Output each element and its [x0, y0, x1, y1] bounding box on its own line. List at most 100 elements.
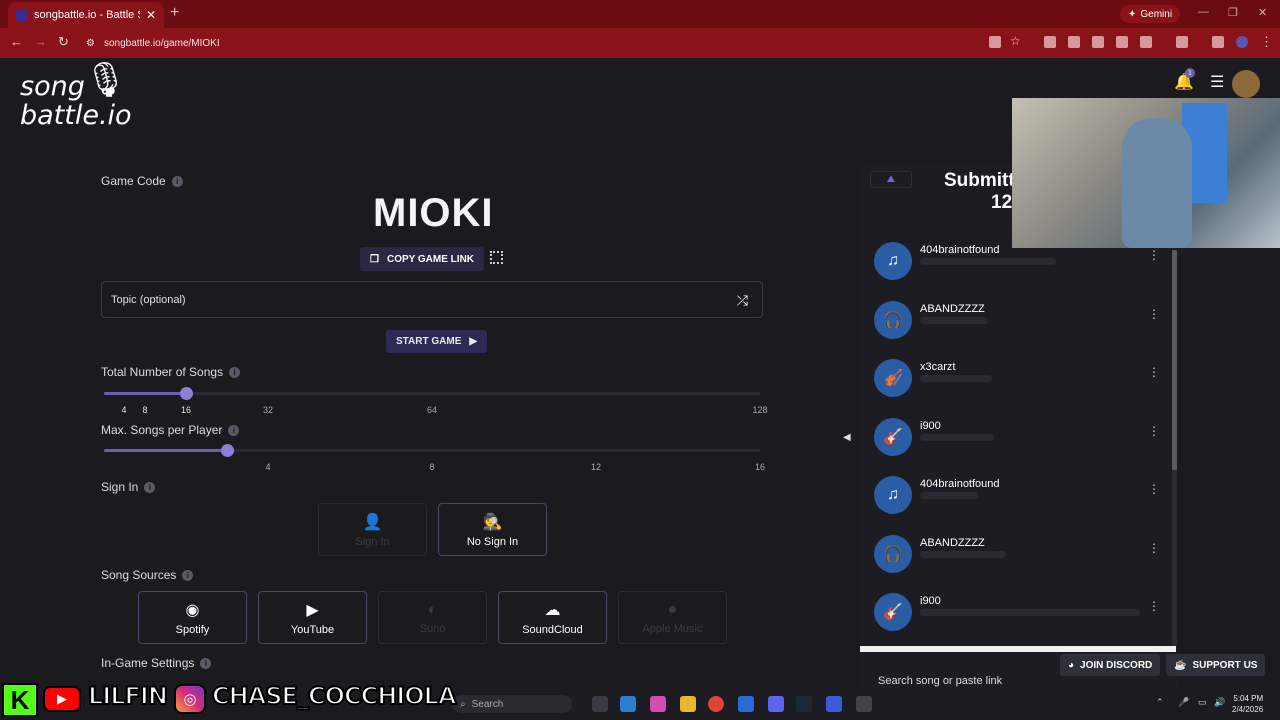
extension-icon[interactable] [1092, 36, 1104, 48]
volume-icon[interactable]: 🔊 [1214, 697, 1225, 708]
player-row[interactable]: 🎧 ABANDZZZZ ⋮ [874, 301, 1164, 341]
panel-horizontal-scrollbar[interactable] [860, 646, 1176, 652]
extension-icon[interactable] [1068, 36, 1080, 48]
player-row[interactable]: ♫ 404brainotfound ⋮ [874, 476, 1164, 516]
copilot-icon[interactable] [650, 696, 666, 712]
more-options-icon[interactable]: ⋮ [1148, 248, 1160, 262]
violin-icon: 🎻 [874, 359, 912, 397]
stream-handle-2: CHASE_COCCHIOLA [211, 681, 457, 711]
mic-icon[interactable]: 🎤 [1178, 697, 1189, 708]
network-icon[interactable]: ▭ [1198, 697, 1207, 708]
total-songs-slider[interactable] [104, 387, 760, 400]
more-options-icon[interactable]: ⋮ [1148, 424, 1160, 438]
close-tab-icon[interactable]: ✕ [146, 8, 156, 22]
no-sign-in-option[interactable]: 🕵 No Sign In [438, 503, 547, 556]
search-icon: ⌕ [460, 698, 466, 710]
webcam-person [1122, 118, 1192, 248]
steam-icon[interactable] [796, 696, 812, 712]
song-sources-label: Song Sources i [101, 568, 194, 582]
minimize-icon[interactable]: — [1198, 6, 1209, 18]
edge-icon[interactable] [620, 696, 636, 712]
obs-icon[interactable] [856, 696, 872, 712]
media-icon[interactable] [1212, 36, 1224, 48]
info-icon[interactable]: i [182, 569, 194, 581]
more-options-icon[interactable]: ⋮ [1148, 307, 1160, 321]
hamburger-icon[interactable]: ☰ [1210, 72, 1224, 92]
tab-title: songbattle.io - Battle Songs ag [34, 9, 140, 21]
more-options-icon[interactable]: ⋮ [1148, 482, 1160, 496]
source-soundcloud[interactable]: ☁ SoundCloud [498, 591, 607, 644]
source-apple-music[interactable]: ● Apple Music [618, 591, 727, 644]
slider-thumb[interactable] [180, 387, 193, 400]
more-options-icon[interactable]: ⋮ [1148, 365, 1160, 379]
player-row[interactable]: ♫ 404brainotfound ⋮ [874, 242, 1164, 282]
source-youtube[interactable]: ▶ YouTube [258, 591, 367, 644]
extensions-puzzle-icon[interactable] [1140, 36, 1152, 48]
extension-icon[interactable] [1116, 36, 1128, 48]
app-icon[interactable] [826, 696, 842, 712]
slider-fill [104, 392, 186, 395]
url-field[interactable]: ⚙ songbattle.io/game/MIOKI [80, 31, 980, 55]
menu-kebab-icon[interactable]: ⋮ [1260, 34, 1273, 50]
person-icon: 👤 [362, 513, 383, 531]
more-options-icon[interactable]: ⋮ [1148, 599, 1160, 613]
tick-label: 8 [142, 405, 148, 415]
forward-icon[interactable]: → [34, 34, 47, 49]
player-row[interactable]: 🎻 x3carzt ⋮ [874, 359, 1164, 399]
chrome-icon[interactable] [708, 696, 724, 712]
file-explorer-icon[interactable] [680, 696, 696, 712]
extension-icon[interactable] [1044, 36, 1056, 48]
bookmark-star-icon[interactable]: ☆ [1010, 34, 1021, 48]
profile-avatar[interactable] [1236, 36, 1248, 48]
qr-code-icon[interactable] [490, 251, 503, 264]
guitar-icon: 🎸 [874, 418, 912, 456]
tick-label: 32 [262, 405, 274, 415]
gemini-button[interactable]: ✦ Gemini [1120, 5, 1181, 23]
install-icon[interactable] [989, 36, 1001, 48]
tick-label: 16 [180, 405, 192, 415]
player-row[interactable]: 🎸 i900 ⋮ [874, 593, 1164, 633]
copy-game-link-button[interactable]: ❐ COPY GAME LINK [360, 247, 485, 271]
sidepanel-icon[interactable] [1176, 36, 1188, 48]
support-us-button[interactable]: ☕ SUPPORT US [1166, 654, 1266, 676]
clock[interactable]: 5:04 PM 2/4/2026 [1232, 693, 1263, 715]
info-icon[interactable]: i [144, 481, 156, 493]
sign-in-option[interactable]: 👤 Sign In [318, 503, 427, 556]
slider-thumb[interactable] [221, 444, 234, 457]
panel-toggle-icon[interactable]: ⛰ [870, 171, 912, 188]
source-suno[interactable]: ◐ Suno [378, 591, 487, 644]
maximize-icon[interactable]: ❐ [1228, 6, 1238, 19]
tab-songbattle[interactable]: songbattle.io - Battle Songs ag ✕ [8, 2, 164, 28]
info-icon[interactable]: i [229, 366, 241, 378]
more-options-icon[interactable]: ⋮ [1148, 541, 1160, 555]
kick-logo: K [2, 683, 38, 717]
info-icon[interactable]: i [200, 657, 212, 669]
user-avatar[interactable] [1232, 70, 1260, 98]
player-row[interactable]: 🎸 i900 ⋮ [874, 418, 1164, 458]
info-icon[interactable]: i [228, 424, 240, 436]
start-label: START GAME [396, 336, 462, 347]
discord-icon[interactable] [768, 696, 784, 712]
site-info-icon[interactable]: ⚙ [86, 38, 95, 49]
soundcloud-icon: ☁ [544, 601, 561, 619]
reload-icon[interactable]: ↻ [58, 34, 69, 50]
store-icon[interactable] [738, 696, 754, 712]
max-songs-slider[interactable] [104, 444, 760, 457]
youtube-icon: ▶ [306, 601, 319, 619]
tray-chevron-icon[interactable]: ⌃ [1156, 697, 1164, 708]
logo[interactable]: song battle.io 🎙 [20, 63, 132, 130]
back-icon[interactable]: ← [10, 34, 23, 49]
join-discord-button[interactable]: ◕ JOIN DISCORD [1060, 654, 1161, 676]
taskbar-search[interactable]: ⌕ Search [452, 695, 572, 713]
topic-input[interactable]: Topic (optional) ⤮ [101, 281, 763, 318]
player-row[interactable]: 🎧 ABANDZZZZ ⋮ [874, 535, 1164, 575]
shuffle-icon[interactable]: ⤮ [737, 292, 748, 309]
panel-scroll-thumb[interactable] [1172, 250, 1177, 470]
start-game-button[interactable]: START GAME ▶ [386, 330, 488, 353]
collapse-left-icon[interactable]: ◀ [843, 432, 851, 443]
close-window-icon[interactable]: ✕ [1258, 6, 1267, 19]
new-tab-icon[interactable]: + [170, 4, 179, 22]
info-icon[interactable]: i [171, 175, 183, 187]
task-view-icon[interactable] [592, 696, 608, 712]
source-spotify[interactable]: ◉ Spotify [138, 591, 247, 644]
